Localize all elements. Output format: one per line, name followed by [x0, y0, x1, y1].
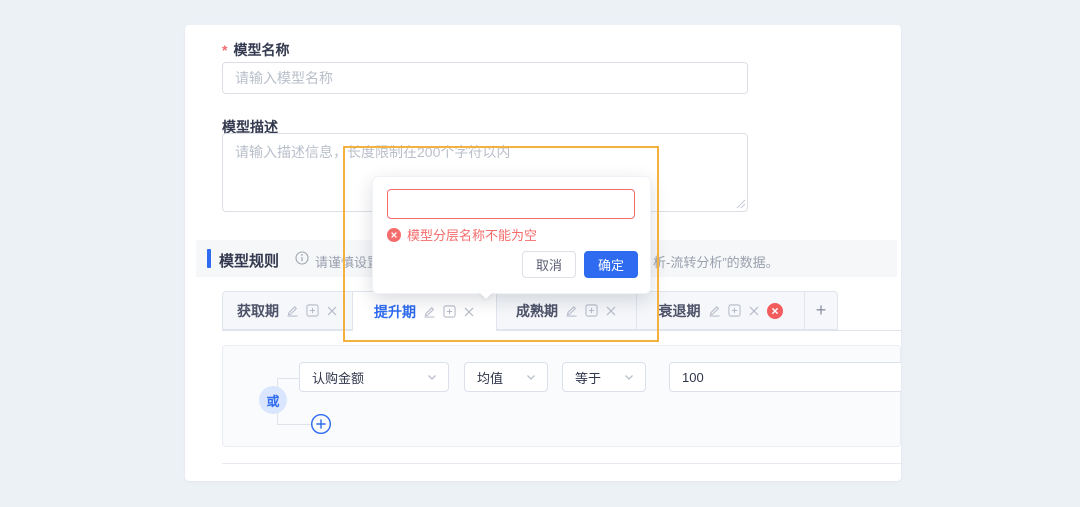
tab-label: 成熟期: [516, 302, 558, 319]
operator-select[interactable]: 等于: [562, 362, 646, 392]
tabbar-bottom-border: [222, 330, 901, 331]
connector-line: [277, 424, 313, 425]
field-select-value: 认购金额: [312, 370, 365, 386]
popover-arrow: [478, 291, 494, 299]
rule-panel: 或 认购金额 均值 等于: [222, 345, 901, 447]
close-icon[interactable]: [748, 305, 760, 317]
add-condition-icon[interactable]: [310, 413, 332, 435]
add-square-icon[interactable]: [306, 304, 319, 317]
close-icon[interactable]: [326, 305, 338, 317]
tab-label: 获取期: [237, 302, 279, 319]
logic-or-badge[interactable]: 或: [259, 386, 287, 414]
add-tab-button[interactable]: +: [805, 291, 838, 330]
field-select[interactable]: 认购金额: [299, 362, 449, 392]
section-accent-bar: [207, 249, 211, 268]
section-title: 模型规则: [219, 253, 280, 270]
edit-icon[interactable]: [708, 304, 721, 317]
close-icon[interactable]: [463, 306, 475, 318]
error-circle-icon: [387, 227, 401, 242]
tab-decline-period[interactable]: 衰退期: [637, 291, 805, 330]
add-square-icon[interactable]: [727, 304, 741, 317]
model-name-input[interactable]: [222, 62, 748, 94]
add-square-icon[interactable]: [443, 305, 456, 318]
chevron-down-icon: [525, 371, 537, 383]
error-text: 模型分层名称不能为空: [407, 228, 538, 243]
section-hint-prefix: 请谨慎设置: [315, 255, 381, 270]
tab-label: 提升期: [374, 303, 416, 320]
add-square-icon[interactable]: [585, 304, 598, 317]
required-asterisk: *: [222, 42, 228, 58]
chevron-down-icon: [426, 371, 438, 383]
validation-error: 模型分层名称不能为空: [387, 225, 537, 244]
aggregation-select[interactable]: 均值: [464, 362, 548, 392]
stage-tabbar: 获取期 提升期 成熟期 衰退期 +: [222, 291, 838, 331]
tab-label: 衰退期: [658, 302, 701, 319]
edit-icon[interactable]: [423, 305, 436, 318]
popover-buttons: 取消 确定: [521, 251, 638, 278]
layer-name-input[interactable]: [387, 189, 635, 219]
operator-select-value: 等于: [575, 370, 602, 386]
rename-stage-popover: 模型分层名称不能为空 取消 确定: [372, 176, 651, 294]
page: { "colors": { "accent": "#2e6bf0", "erro…: [0, 0, 1080, 507]
tab-acquisition-period[interactable]: 获取期: [222, 291, 353, 330]
tab-improvement-period[interactable]: 提升期: [353, 291, 497, 331]
close-icon[interactable]: [605, 305, 617, 317]
rule-value-input[interactable]: [669, 362, 901, 392]
edit-icon[interactable]: [286, 304, 299, 317]
cancel-button[interactable]: 取消: [521, 251, 576, 278]
info-icon: [295, 251, 309, 265]
edit-icon[interactable]: [565, 304, 578, 317]
aggregation-select-value: 均值: [477, 370, 504, 386]
tab-content-bottom-border: [222, 463, 901, 464]
model-name-label-text: 模型名称: [233, 42, 290, 58]
section-hint-suffix: 析-流转分析”的数据。: [653, 255, 779, 270]
tab-maturity-period[interactable]: 成熟期: [497, 291, 637, 330]
confirm-button[interactable]: 确定: [583, 251, 638, 278]
model-form-card: *模型名称 模型描述 模型规则 请谨慎设置 析-流转分析”的数据。 获取期 提升…: [185, 25, 901, 481]
chevron-down-icon: [623, 371, 635, 383]
tab-error-badge-icon: [766, 302, 783, 319]
model-name-label: * 模型名称: [222, 40, 289, 60]
